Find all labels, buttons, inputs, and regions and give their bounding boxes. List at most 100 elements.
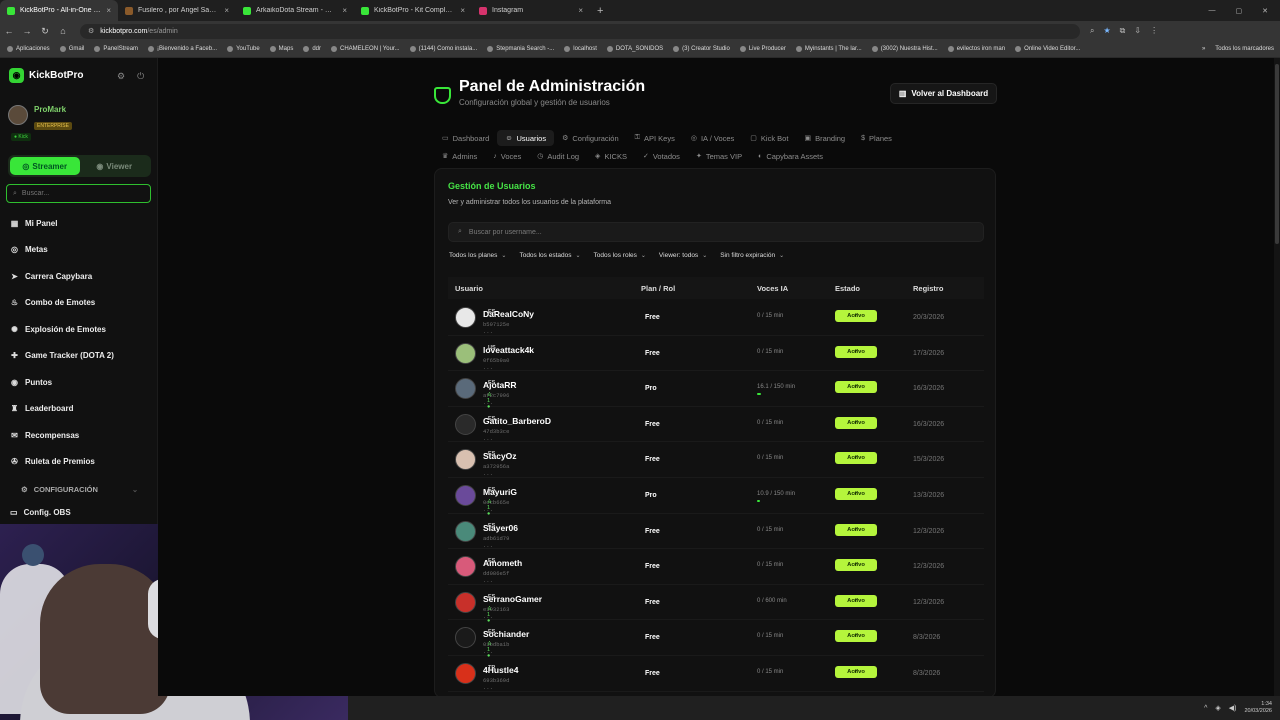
status-badge[interactable]: ✓ Activo <box>835 310 877 322</box>
tab-close-icon[interactable]: × <box>224 6 229 15</box>
sidebar-item-explosi-n-de-emotes[interactable]: ✺ Explosión de Emotes <box>0 316 158 343</box>
browser-tab[interactable]: Fusilero , por Ángel Sacristán × <box>118 0 236 21</box>
bookmark-item[interactable]: YouTube <box>227 46 260 52</box>
power-icon[interactable]: ⏻ <box>137 71 144 82</box>
sidebar-item-game-tracker-dota-2-[interactable]: ✚ Game Tracker (DOTA 2) <box>0 343 158 370</box>
status-badge[interactable]: ✓ Activo <box>835 381 877 394</box>
tab-dashboard[interactable]: ▭ Dashboard <box>434 130 497 146</box>
bookmark-item[interactable]: localhost <box>564 46 597 52</box>
bookmark-item[interactable]: ¡Bienvenido a Faceb... <box>148 46 217 52</box>
minimize-icon[interactable]: — <box>1209 7 1216 15</box>
col-usuario[interactable]: Usuario <box>455 284 483 293</box>
viewer-mode-button[interactable]: ◉ Viewer <box>80 157 150 175</box>
table-row[interactable]: StacyOz ES a372956a ... Free 0 / 15 min ✓ Acti… <box>448 442 984 478</box>
bookmark-item[interactable]: Gmail <box>59 46 84 52</box>
volume-icon[interactable]: ◀) <box>1229 704 1237 712</box>
status-badge[interactable]: ✓ Activo <box>835 487 877 500</box>
settings-icon[interactable]: ⚙ <box>117 71 125 82</box>
sidebar-item-carrera-capybara[interactable]: ➤ Carrera Capybara <box>0 263 158 290</box>
table-row[interactable]: Slayer06 ES adb61d79 ... Free 0 / 15 min ✓ Act… <box>448 514 984 550</box>
col-voces[interactable]: Voces IA <box>757 284 788 293</box>
sidebar-item-ruleta-de-premios[interactable]: ✇ Ruleta de Premios <box>0 449 158 476</box>
filter-dropdown[interactable]: Viewer: todos ⌄ <box>659 252 707 259</box>
bookmark-item[interactable]: ddr <box>303 46 321 52</box>
bookmark-item[interactable]: (1144) Como instala... <box>409 46 477 52</box>
bookmark-item[interactable]: DOTA_SONIDOS <box>606 46 663 52</box>
status-badge[interactable]: ✓ Activo <box>835 594 877 607</box>
tab-ia-voces[interactable]: ◎ IA / Voces <box>683 130 742 146</box>
tab-close-icon[interactable]: × <box>578 6 583 15</box>
table-row[interactable]: AjotaRR ES af2c7996 ... ♙ 1 ● Pro 16.1 / 150 … <box>448 371 984 410</box>
table-row[interactable]: DaRealCoNy ES b597125e ... Free 0 / 15 min ✓ A… <box>448 300 984 336</box>
tab-close-icon[interactable]: × <box>342 6 347 15</box>
bookmark-item[interactable]: PanelStream <box>94 46 138 52</box>
all-bookmarks-link[interactable]: Todos los marcadores <box>1215 46 1274 52</box>
browser-tab[interactable]: KickBotPro - All-in-One Stream × <box>0 0 118 21</box>
tab-voces[interactable]: ♪ Voces <box>485 148 529 164</box>
site-info-icon[interactable]: ⚙ <box>88 27 94 35</box>
browser-tab[interactable]: ArkaikoDota Stream - Watch Li × <box>236 0 354 21</box>
bookmark-star-icon[interactable]: ★ <box>1103 26 1110 36</box>
tab-kick-bot[interactable]: ▢ Kick Bot <box>742 130 796 146</box>
back-to-dashboard-button[interactable]: ▥ Volver al Dashboard <box>890 83 997 104</box>
bookmark-item[interactable]: Online Video Editor... <box>1015 46 1080 52</box>
sidebar-item-combo-de-emotes[interactable]: ♨ Combo de Emotes <box>0 290 158 317</box>
table-row[interactable]: Gatito_BarberoD ES 47d3b3ce ... Free 0 / 15 … <box>448 407 984 443</box>
sidebar-item-obs[interactable]: ▭ Config. OBS <box>10 508 71 517</box>
status-badge[interactable]: ✓ Activo <box>835 559 877 572</box>
filter-dropdown[interactable]: Todos los roles ⌄ <box>594 252 646 259</box>
sidebar-item-leaderboard[interactable]: ♜ Leaderboard <box>0 396 158 423</box>
status-badge[interactable]: ✓ Activo <box>835 416 877 429</box>
col-registro[interactable]: Registro <box>913 284 943 293</box>
col-plan[interactable]: Plan / Rol <box>641 284 675 293</box>
brand-logo[interactable]: ◉ KickBotPro <box>9 68 83 83</box>
status-badge[interactable]: ✓ Activo <box>835 523 877 536</box>
user-profile[interactable]: ProMark ENTERPRISE <box>8 105 72 132</box>
tab-configuraci-n[interactable]: ⚙ Configuración <box>554 130 627 146</box>
status-badge[interactable]: ✓ Activo <box>835 345 877 358</box>
user-search-input[interactable]: ⌕ Buscar por username... <box>448 222 984 242</box>
table-row[interactable]: MayuriG ES 0ccb665e ... ♙ 1 ● Pro 10.9 / 150 … <box>448 478 984 517</box>
clock[interactable]: 1:34 20/03/2026 <box>1244 701 1272 715</box>
network-icon[interactable]: ◈ <box>1215 704 1220 712</box>
tab-planes[interactable]: $ Planes <box>853 130 900 146</box>
scrollbar-thumb[interactable] <box>1275 64 1279 244</box>
bookmark-item[interactable]: evilectos iron man <box>947 46 1005 52</box>
streamer-mode-button[interactable]: ◎ Streamer <box>10 157 80 175</box>
new-tab-button[interactable]: + <box>590 5 610 17</box>
tab-usuarios[interactable]: ☺ Usuarios <box>497 130 555 146</box>
filter-dropdown[interactable]: Sin filtro expiración ⌄ <box>720 252 784 259</box>
tab-branding[interactable]: ▣ Branding <box>796 130 853 146</box>
col-estado[interactable]: Estado <box>835 284 860 293</box>
bookmark-item[interactable]: CHAMELEON | Your... <box>331 46 400 52</box>
browser-tab[interactable]: Instagram × <box>472 0 590 21</box>
filter-dropdown[interactable]: Todos los planes ⌄ <box>449 252 506 259</box>
tab-api-keys[interactable]: ⚿ API Keys <box>627 130 683 146</box>
table-row[interactable]: Amometh ES dd086e5f ... Free 0 / 15 min ✓ Acti… <box>448 549 984 585</box>
menu-icon[interactable]: ⋮ <box>1150 26 1158 36</box>
bookmark-item[interactable]: Maps <box>269 46 293 52</box>
download-icon[interactable]: ⇩ <box>1134 26 1141 36</box>
tab-kicks[interactable]: ◈ KICKS <box>587 148 635 164</box>
sidebar-search-input[interactable]: ⌕ Buscar... <box>6 184 151 203</box>
reload-icon[interactable]: ↻ <box>36 26 54 37</box>
table-row[interactable]: Sochiander ES 01bdba1b ... ♙ 1 ● Free 0 / 15 … <box>448 620 984 659</box>
bookmark-item[interactable]: Stepmania Search -... <box>487 46 554 52</box>
sidebar-item-puntos[interactable]: ◉ Puntos <box>0 369 158 396</box>
bookmark-item[interactable]: Myinstants | The lar... <box>795 46 862 52</box>
table-row[interactable]: loveattack4k US 0f65b9a0 ... Free 0 / 15 min… <box>448 336 984 372</box>
filter-dropdown[interactable]: Todos los estados ⌄ <box>519 252 580 259</box>
tab-audit-log[interactable]: ◷ Audit Log <box>529 148 587 164</box>
status-badge[interactable]: ✓ Activo <box>835 630 877 643</box>
tray-chevron-icon[interactable]: ^ <box>1204 705 1207 712</box>
zoom-icon[interactable]: ⌕ <box>1090 26 1094 36</box>
tab-votados[interactable]: ✓ Votados <box>635 148 688 164</box>
forward-icon[interactable]: → <box>18 26 36 36</box>
back-icon[interactable]: ← <box>0 26 18 36</box>
maximize-icon[interactable]: ▢ <box>1236 7 1243 15</box>
bookmark-item[interactable]: Aplicaciones <box>7 46 50 52</box>
table-row[interactable]: 4Hustle4 TR 693b369d ... Free 0 / 15 min ✓ Act… <box>448 656 984 692</box>
bookmark-item[interactable]: (3002) Nuestra Hist... <box>871 46 938 52</box>
config-section-header[interactable]: ⚙ CONFIGURACIÓN ⌄ <box>21 485 138 494</box>
close-window-icon[interactable]: ✕ <box>1262 7 1268 15</box>
